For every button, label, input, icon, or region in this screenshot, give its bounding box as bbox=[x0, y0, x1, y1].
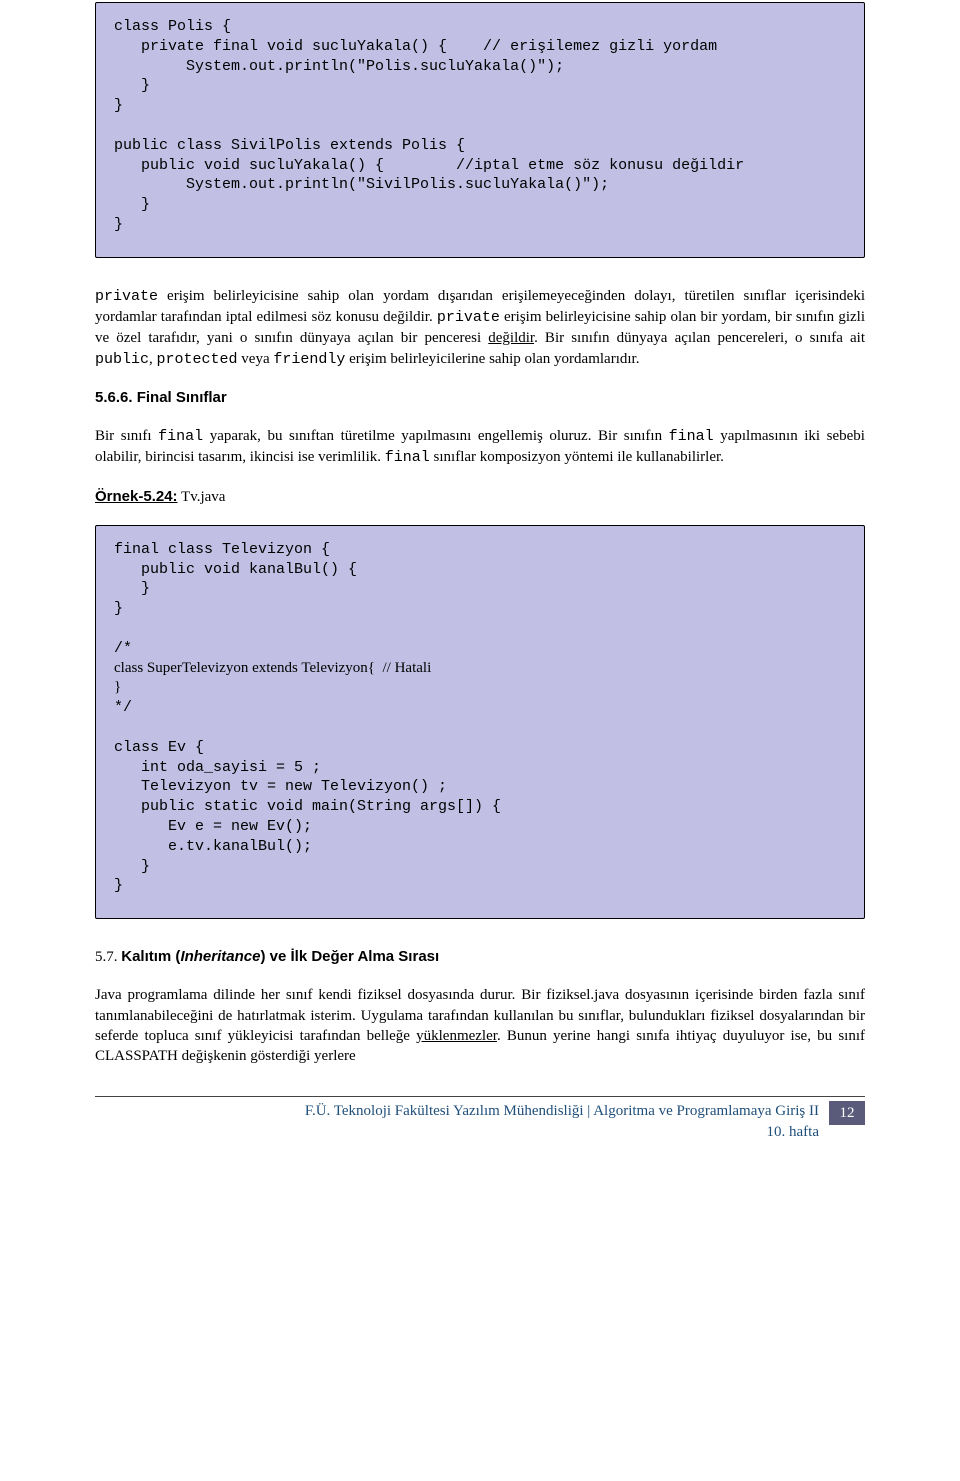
emph-degildir: değildir bbox=[488, 330, 534, 346]
page-number: 12 bbox=[829, 1101, 865, 1125]
code-line: } bbox=[114, 97, 123, 114]
code-line: Ev e = new Ev(); bbox=[114, 818, 312, 835]
code-line: System.out.println("Polis.sucluYakala()"… bbox=[114, 58, 564, 75]
code-block-2: final class Televizyon { public void kan… bbox=[95, 525, 865, 919]
code-line: class SuperTelevizyon extends Televizyon… bbox=[114, 660, 431, 676]
code-line: public void kanalBul() { bbox=[114, 561, 357, 578]
heading-566-final-siniflar: 5.6.6. Final Sınıflar bbox=[95, 388, 865, 408]
code-line: Televizyon tv = new Televizyon() ; bbox=[114, 778, 447, 795]
code-line: } bbox=[114, 580, 150, 597]
code-line: } bbox=[114, 216, 123, 233]
kw-final: final bbox=[158, 428, 203, 445]
code-line: e.tv.kanalBul(); bbox=[114, 838, 312, 855]
kw-private: private bbox=[437, 309, 500, 326]
code-line: int oda_sayisi = 5 ; bbox=[114, 759, 321, 776]
example-524-label: Örnek-5.24: Tv.java bbox=[95, 487, 865, 507]
footer-line1: F.Ü. Teknoloji Fakültesi Yazılım Mühendi… bbox=[305, 1103, 819, 1119]
footer-line2: 10. hafta bbox=[767, 1124, 819, 1140]
paragraph-inheritance-loading: Java programlama dilinde her sınıf kendi… bbox=[95, 985, 865, 1066]
code-line: public void sucluYakala() { //iptal etme… bbox=[114, 157, 744, 174]
code-line: } bbox=[114, 77, 150, 94]
paragraph-private-access: private erişim belirleyicisine sahip ola… bbox=[95, 286, 865, 370]
code-line: final class Televizyon { bbox=[114, 541, 330, 558]
kw-final: final bbox=[385, 449, 430, 466]
code-block-1: class Polis { private final void sucluYa… bbox=[95, 2, 865, 258]
code-line: } bbox=[114, 858, 150, 875]
kw-public: public bbox=[95, 351, 149, 368]
heading-text-b: ) ve İlk Değer Alma Sırası bbox=[260, 948, 439, 965]
code-line: public static void main(String args[]) { bbox=[114, 798, 501, 815]
kw-friendly: friendly bbox=[273, 351, 345, 368]
heading-num: 5.7. bbox=[95, 949, 121, 965]
code-line: class Ev { bbox=[114, 739, 204, 756]
code-line: } bbox=[114, 196, 150, 213]
heading-text-a: Kalıtım ( bbox=[121, 948, 180, 965]
footer-rule bbox=[95, 1096, 865, 1097]
paragraph-final-class: Bir sınıfı final yaparak, bu sınıftan tü… bbox=[95, 426, 865, 469]
code-line: } bbox=[114, 679, 121, 695]
code-line: private final void sucluYakala() { // er… bbox=[114, 38, 717, 55]
example-label: Örnek-5.24: bbox=[95, 488, 178, 505]
kw-private: private bbox=[95, 288, 158, 305]
heading-57-kalitim: 5.7. Kalıtım (Inheritance) ve İlk Değer … bbox=[95, 947, 865, 967]
code-line: public class SivilPolis extends Polis { bbox=[114, 137, 465, 154]
code-line: System.out.println("SivilPolis.sucluYaka… bbox=[114, 176, 609, 193]
code-line: } bbox=[114, 600, 123, 617]
emph-yuklenmezler: yüklenmezler bbox=[416, 1028, 497, 1044]
page-footer: F.Ü. Teknoloji Fakültesi Yazılım Mühendi… bbox=[95, 1096, 865, 1142]
code-line: } bbox=[114, 877, 123, 894]
code-line: */ bbox=[114, 699, 132, 716]
kw-final: final bbox=[669, 428, 714, 445]
code-line: /* bbox=[114, 640, 132, 657]
code-line: class Polis { bbox=[114, 18, 231, 35]
example-filename: Tv.java bbox=[178, 489, 226, 505]
footer-text: F.Ü. Teknoloji Fakültesi Yazılım Mühendi… bbox=[305, 1101, 819, 1142]
heading-italic: Inheritance bbox=[180, 948, 260, 965]
kw-protected: protected bbox=[157, 351, 238, 368]
